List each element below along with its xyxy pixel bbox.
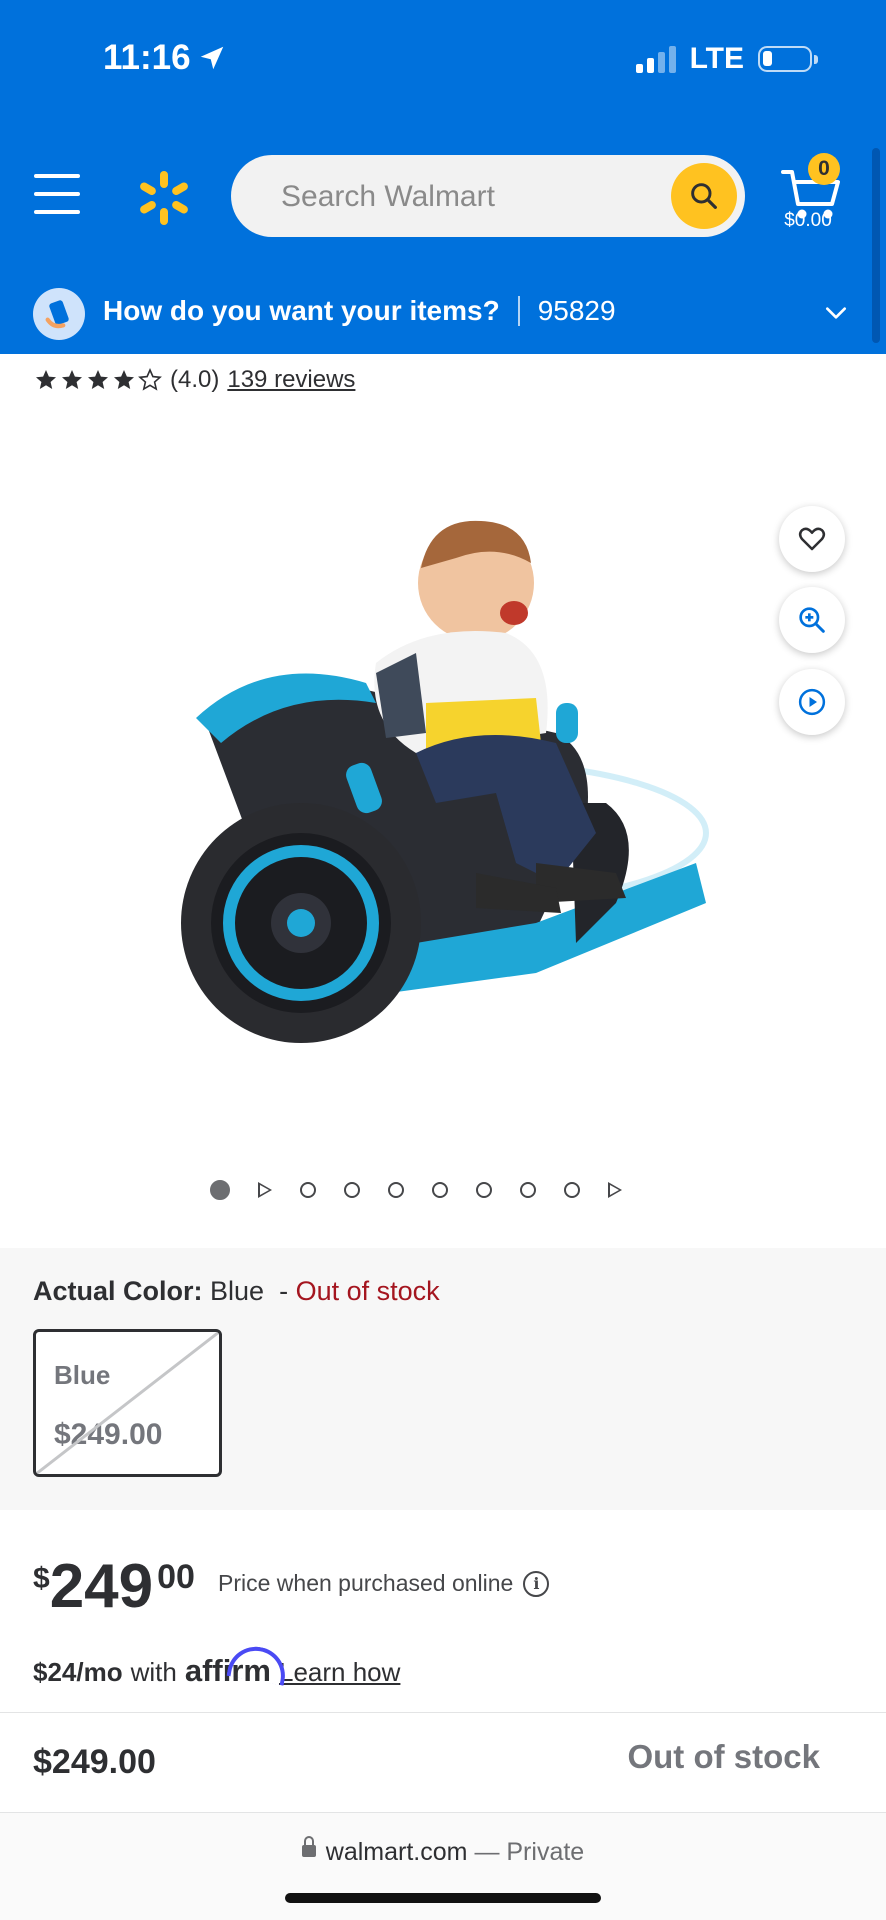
- color-swatch-blue[interactable]: Blue $249.00: [33, 1329, 222, 1477]
- play-icon: [798, 688, 826, 716]
- color-selection-label: Actual Color: Blue - Out of stock: [33, 1276, 440, 1307]
- sticky-price: $249.00: [33, 1743, 156, 1781]
- domain-text: walmart.com: [325, 1838, 468, 1866]
- search-bar: [231, 155, 745, 239]
- chevron-down-icon[interactable]: [823, 300, 849, 326]
- color-label: Actual Color:: [33, 1276, 203, 1306]
- status-indicators: LTE: [635, 42, 818, 76]
- affirm-logo: affirm: [184, 1653, 271, 1688]
- status-time: 11:16: [103, 38, 227, 78]
- search-button[interactable]: [671, 163, 737, 229]
- product-price: $ 249 00: [33, 1548, 195, 1618]
- scrollbar[interactable]: [872, 148, 880, 343]
- favorite-button[interactable]: [779, 506, 845, 572]
- private-label: — Private: [474, 1838, 585, 1866]
- affirm-with: with: [130, 1657, 177, 1687]
- home-indicator[interactable]: [285, 1893, 601, 1903]
- carousel-dot[interactable]: [520, 1182, 536, 1198]
- unavailable-strike-icon: [36, 1332, 219, 1474]
- rating-value: (4.0): [170, 366, 220, 393]
- zip-code: 95829: [537, 295, 616, 326]
- price-dollars: 249: [49, 1552, 154, 1621]
- price-currency: $: [33, 1562, 50, 1595]
- affirm-financing: $24/mo with affirm Learn how: [33, 1653, 400, 1689]
- star-rating-icon: [34, 368, 162, 392]
- carousel-dot[interactable]: [388, 1182, 404, 1198]
- product-image[interactable]: [176, 503, 712, 1073]
- carousel-video-icon[interactable]: [608, 1182, 622, 1198]
- address-bar-text[interactable]: walmart.com — Private: [0, 1836, 886, 1867]
- status-time-text: 11:16: [103, 38, 191, 77]
- cart-count-badge: 0: [808, 153, 840, 185]
- search-input[interactable]: [279, 155, 663, 239]
- divider: [0, 1712, 886, 1713]
- delivery-phone-icon: [33, 288, 85, 340]
- learn-how-link[interactable]: Learn how: [279, 1657, 400, 1688]
- cart-total: $0.00: [784, 210, 832, 231]
- carousel-dot[interactable]: [432, 1182, 448, 1198]
- network-label: LTE: [689, 42, 744, 75]
- carousel-dot[interactable]: [300, 1182, 316, 1198]
- info-icon[interactable]: i: [523, 1570, 550, 1597]
- carousel-video-icon[interactable]: [258, 1182, 272, 1198]
- out-of-stock-status: Out of stock: [627, 1738, 820, 1775]
- stock-status: Out of stock: [295, 1276, 440, 1306]
- zoom-in-icon: [799, 607, 825, 633]
- walmart-spark-logo[interactable]: [134, 168, 194, 228]
- menu-icon[interactable]: [34, 174, 80, 214]
- color-value: Blue: [210, 1276, 265, 1306]
- carousel-dot[interactable]: [476, 1182, 492, 1198]
- location-arrow-icon: [200, 46, 223, 70]
- signal-icon: [635, 45, 676, 73]
- separator: -: [279, 1276, 289, 1306]
- product-rating: (4.0) 139 reviews: [34, 366, 355, 394]
- zoom-button[interactable]: [779, 587, 845, 653]
- reviews-link[interactable]: 139 reviews: [227, 366, 355, 394]
- heart-icon: [798, 527, 826, 551]
- monthly-payment: $24/mo: [33, 1657, 123, 1687]
- fulfillment-selector[interactable]: How do you want your items? 95829: [103, 295, 616, 327]
- search-icon: [691, 183, 717, 209]
- carousel-dot[interactable]: [344, 1182, 360, 1198]
- divider: [517, 296, 520, 326]
- video-button[interactable]: [779, 669, 845, 735]
- price-note: Price when purchased online i: [218, 1570, 550, 1597]
- price-cents: 00: [157, 1558, 195, 1596]
- image-carousel-pager[interactable]: [210, 1180, 622, 1200]
- fulfillment-prompt: How do you want your items?: [103, 295, 500, 326]
- battery-icon: [758, 46, 818, 72]
- carousel-dot-active[interactable]: [210, 1180, 230, 1200]
- carousel-dot[interactable]: [564, 1182, 580, 1198]
- price-note-text: Price when purchased online: [218, 1570, 514, 1596]
- lock-icon: [301, 1836, 316, 1858]
